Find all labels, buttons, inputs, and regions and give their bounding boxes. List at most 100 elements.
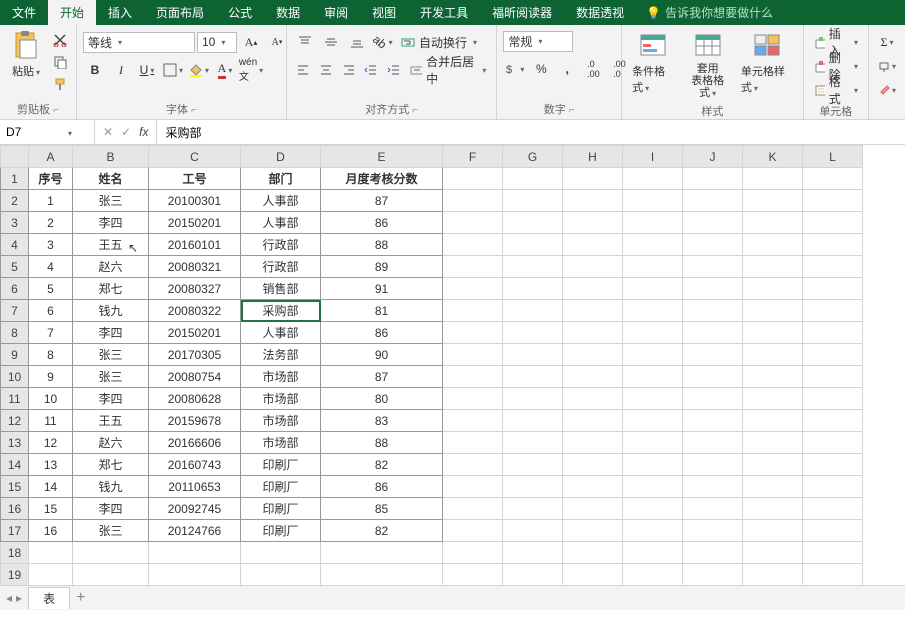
cell[interactable] [321, 564, 443, 586]
tab-view[interactable]: 视图 [360, 0, 408, 25]
cut-button[interactable] [50, 31, 70, 49]
cell[interactable] [743, 366, 803, 388]
row-header-19[interactable]: 19 [1, 564, 29, 586]
row-header-12[interactable]: 12 [1, 410, 29, 432]
cell-C13[interactable]: 20166606 [149, 432, 241, 454]
cell-E11[interactable]: 80 [321, 388, 443, 410]
tab-data[interactable]: 数据 [264, 0, 312, 25]
cell-E16[interactable]: 85 [321, 498, 443, 520]
cell[interactable] [743, 498, 803, 520]
cell[interactable] [503, 366, 563, 388]
col-header-A[interactable]: A [29, 146, 73, 168]
cell[interactable] [803, 366, 863, 388]
cell[interactable] [623, 256, 683, 278]
cell[interactable] [683, 278, 743, 300]
cell-B13[interactable]: 赵六 [73, 432, 149, 454]
cell-B15[interactable]: 钱九 [73, 476, 149, 498]
cell[interactable] [623, 410, 683, 432]
cell[interactable] [503, 344, 563, 366]
cell-D8[interactable]: 人事部 [241, 322, 321, 344]
cell[interactable] [443, 190, 503, 212]
cell[interactable] [563, 520, 623, 542]
cell[interactable] [563, 344, 623, 366]
cell-E6[interactable]: 91 [321, 278, 443, 300]
cell-B16[interactable]: 李四 [73, 498, 149, 520]
cell[interactable] [683, 212, 743, 234]
cell[interactable] [683, 498, 743, 520]
border-button[interactable] [161, 59, 185, 81]
cell[interactable] [683, 190, 743, 212]
cell-E17[interactable]: 82 [321, 520, 443, 542]
tell-me[interactable]: 💡 告诉我你想要做什么 [646, 0, 773, 25]
tab-insert[interactable]: 插入 [96, 0, 144, 25]
cell[interactable] [503, 432, 563, 454]
cell[interactable] [623, 476, 683, 498]
autosum-button[interactable]: Σ [875, 31, 899, 53]
cell[interactable] [443, 542, 503, 564]
cell[interactable] [623, 498, 683, 520]
cell[interactable] [503, 542, 563, 564]
cell-C3[interactable]: 20150201 [149, 212, 241, 234]
cell[interactable] [623, 212, 683, 234]
row-header-15[interactable]: 15 [1, 476, 29, 498]
cell-A16[interactable]: 15 [29, 498, 73, 520]
cell[interactable] [503, 168, 563, 190]
cell[interactable] [503, 234, 563, 256]
underline-button[interactable]: U [135, 59, 159, 81]
cell-E10[interactable]: 87 [321, 366, 443, 388]
cell[interactable] [149, 542, 241, 564]
cell[interactable] [623, 520, 683, 542]
indent-right-button[interactable] [384, 59, 405, 81]
cell[interactable] [743, 388, 803, 410]
cell[interactable] [623, 454, 683, 476]
cell[interactable] [443, 388, 503, 410]
cell[interactable] [563, 564, 623, 586]
cell-D16[interactable]: 印刷厂 [241, 498, 321, 520]
cell[interactable] [683, 168, 743, 190]
cell-C14[interactable]: 20160743 [149, 454, 241, 476]
cell-D12[interactable]: 市场部 [241, 410, 321, 432]
cell[interactable] [803, 212, 863, 234]
cell-D4[interactable]: 行政部 [241, 234, 321, 256]
cell[interactable] [803, 432, 863, 454]
sheet-nav-next[interactable]: ▸ [16, 591, 22, 605]
cell-B17[interactable]: 张三 [73, 520, 149, 542]
cell[interactable] [443, 498, 503, 520]
cell[interactable] [803, 322, 863, 344]
table-header-cell[interactable]: 姓名 [73, 168, 149, 190]
incr-decimal-button[interactable]: .0.00 [581, 58, 605, 80]
cell[interactable] [563, 410, 623, 432]
row-header-1[interactable]: 1 [1, 168, 29, 190]
cell[interactable] [623, 542, 683, 564]
col-header-I[interactable]: I [623, 146, 683, 168]
cell[interactable] [503, 322, 563, 344]
cell[interactable] [563, 498, 623, 520]
cell[interactable] [623, 278, 683, 300]
cell[interactable] [683, 322, 743, 344]
cell[interactable] [683, 344, 743, 366]
cell-E4[interactable]: 88 [321, 234, 443, 256]
cell[interactable] [563, 454, 623, 476]
cell-C9[interactable]: 20170305 [149, 344, 241, 366]
cell-A10[interactable]: 9 [29, 366, 73, 388]
cell-A8[interactable]: 7 [29, 322, 73, 344]
cell[interactable] [563, 366, 623, 388]
tab-file[interactable]: 文件 [0, 0, 48, 25]
align-right-button[interactable] [338, 59, 359, 81]
cell[interactable] [683, 300, 743, 322]
spreadsheet-grid[interactable]: ABCDEFGHIJKL1序号姓名工号部门月度考核分数21张三20100301人… [0, 145, 905, 585]
cell[interactable] [443, 410, 503, 432]
cell-A15[interactable]: 14 [29, 476, 73, 498]
cell[interactable] [73, 542, 149, 564]
cell[interactable] [803, 542, 863, 564]
align-bottom-button[interactable] [345, 31, 369, 53]
copy-button[interactable] [50, 53, 70, 71]
cell[interactable] [743, 278, 803, 300]
cell-A17[interactable]: 16 [29, 520, 73, 542]
cell-C11[interactable]: 20080628 [149, 388, 241, 410]
wrap-text-button[interactable]: 自动换行 [397, 31, 481, 53]
cell[interactable] [443, 432, 503, 454]
cell[interactable] [743, 300, 803, 322]
cell-style-button[interactable]: 单元格样式 [737, 27, 797, 97]
cell[interactable] [563, 278, 623, 300]
